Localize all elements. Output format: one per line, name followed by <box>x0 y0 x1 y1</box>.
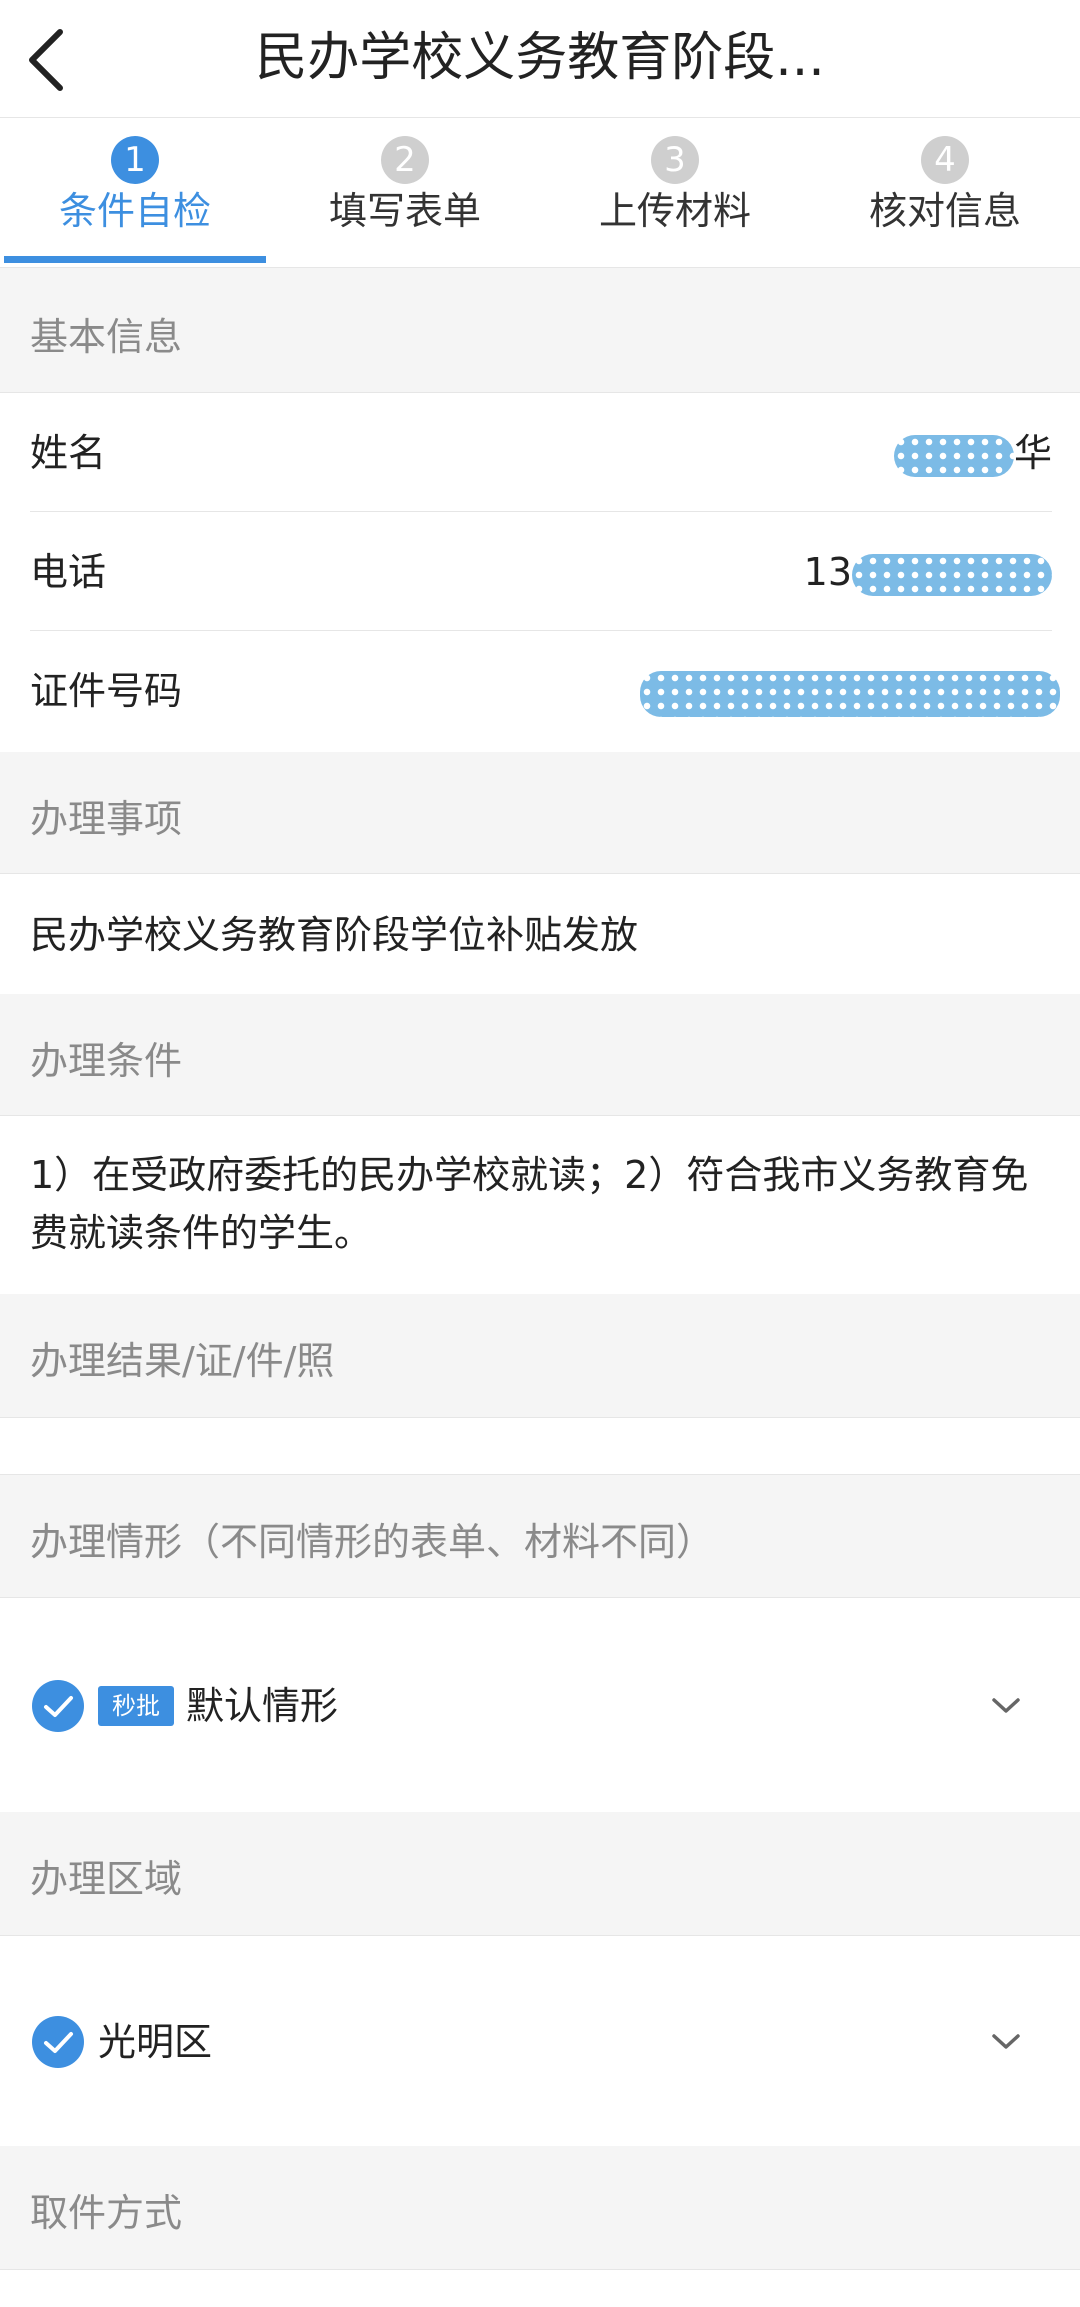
redaction-mask <box>893 434 1014 477</box>
name-row: 姓名 华 <box>0 393 1080 512</box>
step-3[interactable]: 3 上传材料 <box>540 118 810 268</box>
step-label: 核对信息 <box>868 189 1021 233</box>
section-header-pickup: 取件方式 <box>0 2146 1080 2270</box>
instant-approval-badge: 秒批 <box>98 1686 174 1726</box>
step-label: 条件自检 <box>58 189 211 233</box>
chevron-down-icon[interactable] <box>988 1694 1024 1718</box>
redaction-mask <box>852 553 1052 596</box>
name-label: 姓名 <box>30 431 107 475</box>
check-circle-icon <box>32 1680 84 1732</box>
step-number: 2 <box>381 136 429 184</box>
region-selected-value: 光明区 <box>98 2020 213 2064</box>
phone-row: 电话 13 <box>0 512 1080 631</box>
step-label: 填写表单 <box>328 189 481 233</box>
pickup-row <box>0 2270 1080 2307</box>
step-number: 1 <box>111 136 159 184</box>
page-title: 民办学校义务教育阶段... <box>255 28 825 88</box>
step-4[interactable]: 4 核对信息 <box>810 118 1080 268</box>
section-title: 基本信息 <box>30 315 183 359</box>
chevron-left-icon <box>29 29 63 91</box>
step-label: 上传材料 <box>598 189 751 233</box>
id-number-value <box>640 667 1060 717</box>
id-number-row: 证件号码 <box>0 631 1080 752</box>
redaction-mask <box>640 670 1060 717</box>
step-indicator: 1 条件自检 2 填写表单 3 上传材料 4 核对信息 <box>0 118 1080 268</box>
active-step-underline <box>4 256 266 263</box>
section-header-basic-info: 基本信息 <box>0 268 1080 393</box>
situation-selected-value: 默认情形 <box>186 1684 339 1728</box>
step-1[interactable]: 1 条件自检 <box>0 118 270 268</box>
matter-row: 民办学校义务教育阶段学位补贴发放 <box>0 874 1080 994</box>
matter-value: 民办学校义务教育阶段学位补贴发放 <box>30 913 639 957</box>
section-title: 办理区域 <box>30 1857 183 1901</box>
region-select[interactable]: 光明区 <box>0 1936 1080 2146</box>
section-header-situation: 办理情形（不同情形的表单、材料不同） <box>0 1474 1080 1598</box>
name-value: 华 <box>893 429 1052 477</box>
section-header-region: 办理区域 <box>0 1812 1080 1936</box>
chevron-down-icon[interactable] <box>988 2030 1024 2054</box>
conditions-value: 1）在受政府委托的民办学校就读；2）符合我市义务教育免费就读条件的学生。 <box>30 1153 1029 1255</box>
section-title: 取件方式 <box>30 2191 183 2235</box>
section-title: 办理事项 <box>30 797 183 841</box>
step-number: 4 <box>921 136 969 184</box>
result-row <box>0 1418 1080 1474</box>
step-2[interactable]: 2 填写表单 <box>270 118 540 268</box>
situation-select[interactable]: 秒批 默认情形 <box>0 1598 1080 1812</box>
step-number: 3 <box>651 136 699 184</box>
phone-value: 13 <box>804 548 1052 596</box>
section-title: 办理情形（不同情形的表单、材料不同） <box>30 1520 715 1564</box>
back-button[interactable] <box>20 22 100 98</box>
section-header-conditions: 办理条件 <box>0 994 1080 1116</box>
nav-bar: 民办学校义务教育阶段... <box>0 0 1080 118</box>
section-title: 办理结果/证/件/照 <box>30 1339 335 1383</box>
section-title: 办理条件 <box>30 1039 183 1083</box>
phone-label: 电话 <box>30 550 107 594</box>
id-number-label: 证件号码 <box>30 669 183 713</box>
section-header-result: 办理结果/证/件/照 <box>0 1294 1080 1418</box>
conditions-row: 1）在受政府委托的民办学校就读；2）符合我市义务教育免费就读条件的学生。 <box>0 1116 1080 1294</box>
section-header-matter: 办理事项 <box>0 752 1080 874</box>
check-circle-icon <box>32 2016 84 2068</box>
